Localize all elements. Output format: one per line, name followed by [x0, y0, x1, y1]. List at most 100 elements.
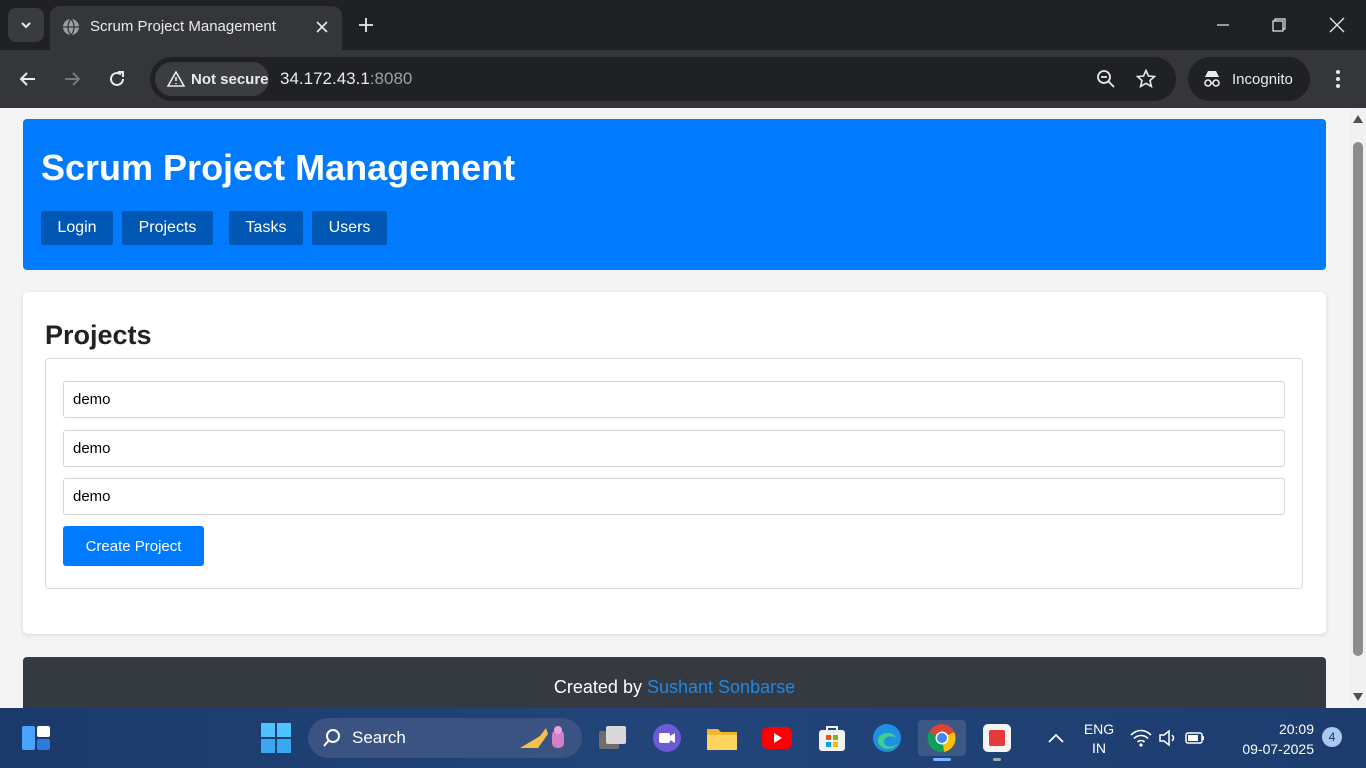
nav-users-link[interactable]: Users: [312, 211, 387, 245]
nav-tasks-link[interactable]: Tasks: [229, 211, 303, 245]
tab-close-button[interactable]: [312, 17, 332, 37]
store-icon: [819, 726, 845, 751]
tab-search-button[interactable]: [8, 8, 44, 42]
close-icon: [316, 21, 328, 33]
minimize-button[interactable]: [1200, 8, 1246, 42]
create-project-form: Create Project: [45, 358, 1303, 589]
language-code: ENG: [1083, 721, 1115, 737]
folder-icon: [707, 729, 737, 750]
task-view-button[interactable]: [595, 720, 631, 756]
reload-button[interactable]: [101, 63, 133, 95]
profile-label: Incognito: [1232, 70, 1293, 88]
url-host: 34.172.43.1: [280, 69, 370, 88]
projects-heading: Projects: [45, 320, 152, 350]
triangle-down-icon: [1353, 693, 1363, 701]
project-owner-input[interactable]: [63, 478, 1285, 515]
browser-menu-button[interactable]: [1326, 63, 1350, 95]
search-highlight-icon: [520, 726, 564, 748]
more-vertical-icon: [1336, 70, 1340, 88]
project-description-input[interactable]: [63, 430, 1285, 467]
pinned-app-button[interactable]: [979, 720, 1015, 756]
taskbar-search-label: Search: [352, 728, 406, 747]
zoom-button[interactable]: [1094, 67, 1118, 91]
star-icon: [1136, 69, 1156, 89]
footer-text: Created by Sushant Sonbarse: [23, 677, 1326, 698]
app-open-indicator: [993, 758, 1001, 761]
volume-icon: [1159, 729, 1175, 747]
bookmark-button[interactable]: [1134, 67, 1158, 91]
input-language[interactable]: ENG IN: [1080, 720, 1118, 758]
address-bar[interactable]: Not secure 34.172.43.1:8080: [150, 57, 1176, 101]
new-tab-button[interactable]: [352, 11, 380, 39]
windows-logo-icon: [261, 723, 291, 753]
video-call-icon: [653, 724, 681, 752]
file-explorer-button[interactable]: [704, 720, 740, 756]
site-footer: Created by Sushant Sonbarse: [23, 657, 1326, 708]
footer-prefix: Created by: [553, 677, 642, 697]
scroll-thumb[interactable]: [1353, 142, 1363, 656]
scroll-down-arrow[interactable]: [1353, 692, 1363, 702]
wifi-icon: [1130, 729, 1152, 747]
create-project-button[interactable]: Create Project: [63, 526, 204, 566]
project-name-input[interactable]: [63, 381, 1285, 418]
page-scrollbar[interactable]: [1350, 108, 1366, 708]
restore-icon: [1272, 18, 1286, 32]
browser-tab[interactable]: Scrum Project Management: [50, 6, 342, 50]
youtube-button[interactable]: [759, 720, 795, 756]
close-icon: [1329, 17, 1345, 33]
chrome-active-indicator: [933, 758, 951, 761]
region-code: IN: [1092, 740, 1106, 756]
incognito-icon: [1204, 71, 1220, 87]
security-chip[interactable]: Not secure: [155, 62, 269, 96]
taskbar-search[interactable]: Search: [308, 718, 582, 758]
nav-login-link[interactable]: Login: [41, 211, 113, 245]
youtube-icon: [762, 727, 792, 749]
clock-date: 09-07-2025: [1242, 741, 1314, 757]
app-red-icon: [983, 724, 1011, 752]
main-nav: Login Projects Tasks Users: [41, 211, 396, 245]
back-button[interactable]: [12, 63, 44, 95]
arrow-left-icon: [19, 72, 35, 86]
close-window-button[interactable]: [1314, 8, 1360, 42]
notification-badge[interactable]: 4: [1322, 727, 1342, 747]
chevron-up-icon: [1048, 733, 1064, 743]
hidden-icons-button[interactable]: [1038, 720, 1074, 756]
start-button[interactable]: [258, 720, 294, 756]
task-view-icon: [599, 726, 626, 749]
battery-icon: [1185, 732, 1204, 744]
nav-projects-link[interactable]: Projects: [122, 211, 213, 245]
globe-icon: [63, 18, 79, 36]
edge-button[interactable]: [869, 720, 905, 756]
quick-settings-button[interactable]: [1128, 720, 1208, 756]
triangle-up-icon: [1353, 115, 1363, 123]
restore-button[interactable]: [1256, 8, 1302, 42]
page-viewport: Scrum Project Management Login Projects …: [0, 108, 1350, 708]
clock-time: 20:09: [1278, 721, 1314, 737]
browser-toolbar: Not secure 34.172.43.1:8080 Incognito: [0, 50, 1366, 108]
system-clock[interactable]: 20:09 09-07-2025: [1232, 719, 1314, 759]
widgets-icon: [22, 726, 50, 750]
profile-button[interactable]: Incognito: [1188, 57, 1310, 101]
forward-button[interactable]: [56, 63, 88, 95]
windows-taskbar: Search ENG IN 20:09 09-07-2025 4: [0, 708, 1366, 768]
edge-icon: [873, 724, 901, 752]
browser-tab-strip: Scrum Project Management: [0, 0, 1366, 50]
reload-icon: [110, 71, 124, 86]
chrome-button[interactable]: [918, 720, 966, 756]
arrow-right-icon: [65, 72, 81, 86]
widgets-button[interactable]: [18, 720, 54, 756]
scroll-up-arrow[interactable]: [1353, 114, 1363, 124]
meet-app-button[interactable]: [649, 720, 685, 756]
security-label: Not secure: [191, 70, 269, 88]
site-title: Scrum Project Management: [41, 147, 516, 188]
url-text[interactable]: 34.172.43.1:8080: [280, 69, 412, 89]
warning-icon: [167, 71, 185, 87]
store-button[interactable]: [814, 720, 850, 756]
author-link[interactable]: Sushant Sonbarse: [647, 677, 795, 697]
search-icon: [323, 729, 340, 747]
site-header: Scrum Project Management Login Projects …: [23, 119, 1326, 270]
minimize-icon: [1217, 24, 1229, 26]
projects-card: Projects Create Project: [23, 292, 1326, 634]
plus-icon: [359, 18, 373, 32]
url-port: :8080: [369, 69, 413, 88]
